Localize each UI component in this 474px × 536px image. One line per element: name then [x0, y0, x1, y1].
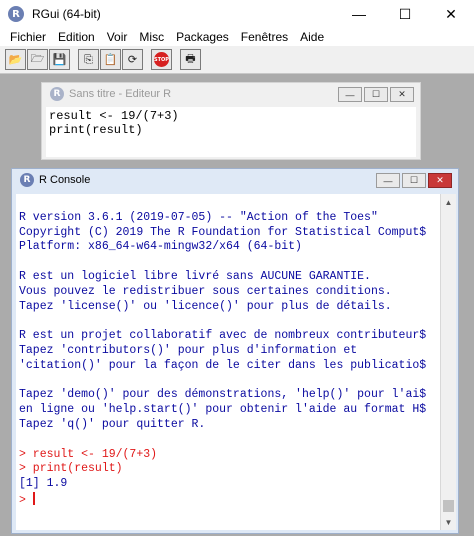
print-button[interactable]: 🖶 — [180, 49, 201, 70]
console-scrollbar[interactable]: ▲ ▼ — [440, 194, 456, 530]
editor-minimize-button[interactable]: — — [338, 87, 362, 102]
r-logo-icon: R — [50, 87, 64, 101]
console-line: Tapez 'demo()' pour des démonstrations, … — [19, 388, 437, 403]
stop-icon: STOP — [154, 52, 169, 67]
editor-window-controls: — ☐ ✕ — [336, 87, 414, 102]
copy-paste-icon: 📋 — [103, 53, 118, 66]
editor-text-area[interactable]: result <- 19/(7+3) print(result) — [46, 107, 416, 157]
code-line: result <- 19/(7+3) — [49, 109, 179, 123]
menu-voir[interactable]: Voir — [101, 30, 134, 44]
console-line-text: Tapez 'q()' pour quitter R. — [19, 417, 206, 431]
console-line-text: Tapez 'demo()' pour des démonstrations, … — [19, 388, 427, 402]
window-title: RGui (64-bit) — [32, 7, 101, 21]
load-workspace-icon: 🗁 — [30, 52, 45, 65]
editor-maximize-button[interactable]: ☐ — [364, 87, 388, 102]
console-line-text: Vous pouvez le redistribuer sous certain… — [19, 284, 392, 298]
refresh-button[interactable]: ⟳ — [122, 49, 143, 70]
console-line: en ligne ou 'help.start()' pour obtenir … — [19, 403, 437, 418]
console-line: 'citation()' pour la façon de le citer d… — [19, 359, 437, 374]
console-line-text: > — [19, 493, 33, 507]
console-line-text: Tapez 'contributors()' pour plus d'infor… — [19, 343, 358, 357]
console-line-text: R est un logiciel libre livré sans AUCUN… — [19, 269, 371, 283]
console-window[interactable]: R R Console — ☐ ✕ R version 3.6.1 (2019-… — [11, 168, 459, 534]
refresh-icon: ⟳ — [127, 53, 138, 66]
minimize-button[interactable]: — — [336, 0, 382, 28]
copy-paste-button[interactable]: 📋 — [100, 49, 121, 70]
menu-packages[interactable]: Packages — [170, 30, 235, 44]
code-line: print(result) — [49, 123, 143, 137]
menu-fichier[interactable]: Fichier — [4, 30, 52, 44]
console-line-text: 'citation()' pour la façon de le citer d… — [19, 358, 427, 372]
console-line-text: > print(result) — [19, 462, 123, 476]
menu-misc[interactable]: Misc — [133, 30, 170, 44]
menu-edition[interactable]: Edition — [52, 30, 101, 44]
close-button[interactable]: ✕ — [428, 0, 474, 28]
open-folder-icon: 📂 — [8, 53, 23, 66]
console-line-text: Tapez 'license()' ou 'licence()' pour pl… — [19, 299, 392, 313]
menu-aide[interactable]: Aide — [294, 30, 330, 44]
console-line: Tapez 'q()' pour quitter R. — [19, 418, 437, 433]
save-button[interactable]: 💾 — [49, 49, 70, 70]
console-line: [1] 1.9 — [19, 477, 437, 492]
stop-button[interactable]: STOP — [151, 49, 172, 70]
menubar: Fichier Edition Voir Misc Packages Fenêt… — [0, 28, 474, 46]
console-line-text: en ligne ou 'help.start()' pour obtenir … — [19, 403, 427, 417]
scroll-down-icon[interactable]: ▼ — [441, 514, 456, 530]
console-line: R version 3.6.1 (2019-07-05) -- "Action … — [19, 211, 437, 226]
editor-close-button[interactable]: ✕ — [390, 87, 414, 102]
console-window-controls: — ☐ ✕ — [374, 173, 452, 188]
console-line: > — [19, 491, 437, 507]
console-line: > result <- 19/(7+3) — [19, 448, 437, 463]
console-line-text: Copyright (C) 2019 The R Foundation for … — [19, 225, 427, 239]
console-line: Tapez 'license()' ou 'licence()' pour pl… — [19, 300, 437, 315]
console-line: Copyright (C) 2019 The R Foundation for … — [19, 226, 437, 241]
toolbar: 📂 🗁 💾 ⎘ 📋 ⟳ STOP 🖶 — [0, 46, 474, 74]
console-line: Tapez 'contributors()' pour plus d'infor… — [19, 344, 437, 359]
text-cursor — [32, 491, 35, 505]
menu-fenetres[interactable]: Fenêtres — [235, 30, 294, 44]
rgui-window: R RGui (64-bit) — ☐ ✕ Fichier Edition Vo… — [0, 0, 474, 536]
console-line: R est un logiciel libre livré sans AUCUN… — [19, 270, 437, 285]
console-line: R est un projet collaboratif avec de nom… — [19, 329, 437, 344]
console-line-text: R est un projet collaboratif avec de nom… — [19, 329, 427, 343]
r-logo-icon: R — [8, 6, 24, 22]
save-icon: 💾 — [52, 53, 67, 66]
editor-title: Sans titre - Editeur R — [69, 88, 172, 100]
console-line-text: Platform: x86_64-w64-mingw32/x64 (64-bit… — [19, 240, 302, 254]
mdi-workspace: R Sans titre - Editeur R — ☐ ✕ result <-… — [0, 74, 474, 536]
console-output[interactable]: R version 3.6.1 (2019-07-05) -- "Action … — [16, 194, 440, 530]
scroll-up-icon[interactable]: ▲ — [441, 194, 456, 210]
copy-button[interactable]: ⎘ — [78, 49, 99, 70]
console-title: R Console — [39, 174, 91, 186]
load-workspace-button[interactable]: 🗁 — [27, 49, 48, 70]
console-line: Vous pouvez le redistribuer sous certain… — [19, 285, 437, 300]
maximize-button[interactable]: ☐ — [382, 0, 428, 28]
console-line: > print(result) — [19, 462, 437, 477]
console-close-button[interactable]: ✕ — [428, 173, 452, 188]
scroll-thumb[interactable] — [443, 500, 454, 512]
titlebar[interactable]: R RGui (64-bit) — ☐ ✕ — [0, 0, 474, 28]
console-line: Platform: x86_64-w64-mingw32/x64 (64-bit… — [19, 240, 437, 255]
editor-window[interactable]: R Sans titre - Editeur R — ☐ ✕ result <-… — [41, 82, 421, 160]
console-maximize-button[interactable]: ☐ — [402, 173, 426, 188]
copy-icon: ⎘ — [84, 52, 93, 66]
open-script-button[interactable]: 📂 — [5, 49, 26, 70]
r-logo-icon: R — [20, 173, 34, 187]
console-line-text: R version 3.6.1 (2019-07-05) -- "Action … — [19, 210, 378, 224]
console-line-text: [1] 1.9 — [19, 477, 68, 491]
window-controls: — ☐ ✕ — [336, 0, 474, 28]
console-minimize-button[interactable]: — — [376, 173, 400, 188]
console-line-text: > result <- 19/(7+3) — [19, 447, 158, 461]
print-icon: 🖶 — [185, 52, 196, 65]
